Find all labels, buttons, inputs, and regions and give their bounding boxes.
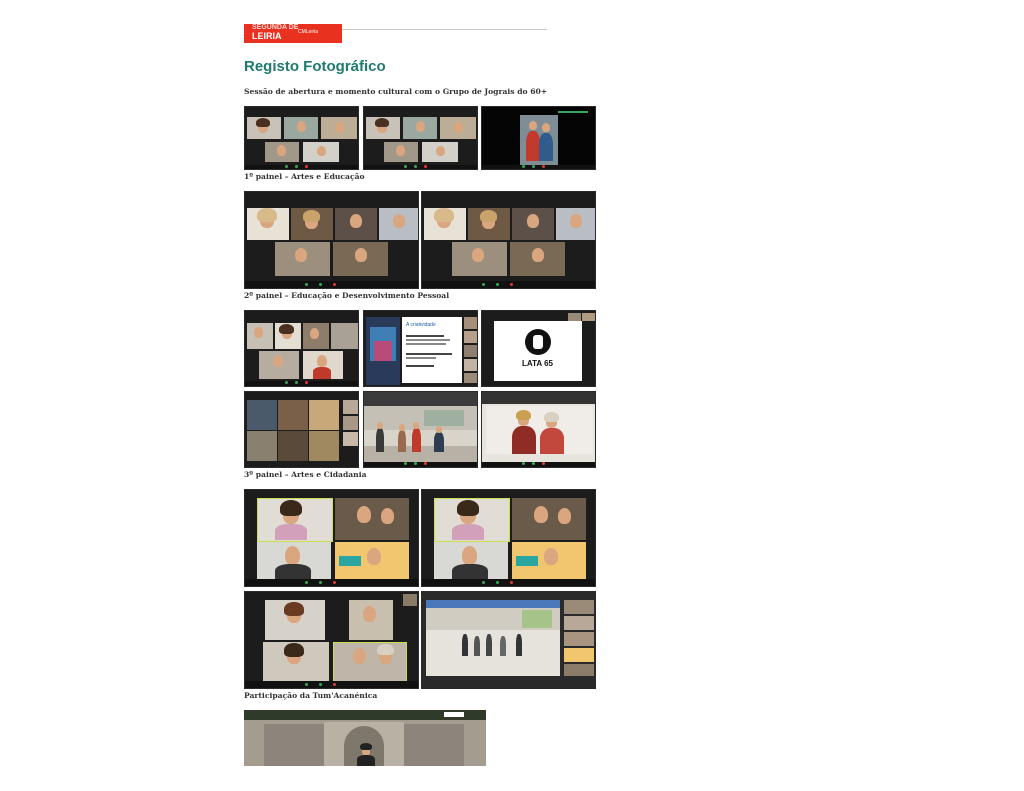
photo-panel2-5[interactable] <box>363 391 478 468</box>
lata65-label: LATA 65 <box>522 359 553 368</box>
caption-panel-2: 2º painel – Educação e Desenvolvimento P… <box>244 291 450 300</box>
photo-panel3-4[interactable] <box>421 591 596 689</box>
photo-tumacanenica[interactable] <box>244 710 486 766</box>
photo-panel1-2[interactable] <box>421 191 596 289</box>
page: SEGUNDA DE LEIRIA CMLeiria Registo Fotog… <box>0 0 1024 791</box>
caption-panel-3: 3º painel – Artes e Cidadania <box>244 470 367 479</box>
photo-panel1-1[interactable] <box>244 191 419 289</box>
photo-panel2-1[interactable] <box>244 310 359 387</box>
photo-opening-1[interactable] <box>244 106 359 170</box>
site-logo[interactable]: SEGUNDA DE LEIRIA CMLeiria <box>244 24 342 43</box>
photo-panel2-slide-lata65[interactable]: LATA 65 <box>481 310 596 387</box>
photo-panel3-2[interactable] <box>421 489 596 587</box>
photo-opening-2[interactable] <box>363 106 478 170</box>
photo-opening-3[interactable] <box>481 106 596 170</box>
logo-line-2: LEIRIA <box>252 31 282 41</box>
photo-panel2-4[interactable] <box>244 391 359 468</box>
header-divider <box>342 29 547 30</box>
photo-panel3-3[interactable] <box>244 591 419 689</box>
page-title: Registo Fotográfico <box>244 58 386 75</box>
logo-small: CMLeiria <box>298 29 319 35</box>
caption-panel-1: 1º painel – Artes e Educação <box>244 172 365 181</box>
photo-panel2-slide-criatividade[interactable]: A criatividade <box>363 310 478 387</box>
caption-opening-session: Sessão de abertura e momento cultural co… <box>244 87 548 96</box>
slide-title: A criatividade <box>406 322 436 328</box>
photo-panel2-6[interactable] <box>481 391 596 468</box>
logo-line-1: SEGUNDA DE <box>252 24 299 31</box>
caption-tumacanenica: Participação da Tum'Acanénica <box>244 691 378 700</box>
photo-panel3-1[interactable] <box>244 489 419 587</box>
